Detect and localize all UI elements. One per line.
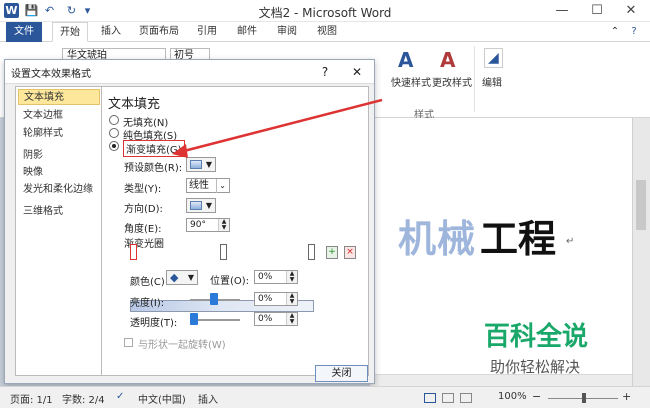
tab-view[interactable]: 视图 xyxy=(310,22,344,42)
group-separator xyxy=(474,46,475,112)
insert-mode-status[interactable]: 插入 xyxy=(198,391,218,406)
angle-label: 角度(E): xyxy=(124,224,162,235)
angle-value: 90° xyxy=(190,220,206,230)
close-window-button[interactable]: ✕ xyxy=(614,0,648,22)
dialog-close-button[interactable]: 关闭 xyxy=(315,365,368,382)
transparency-spinner[interactable]: 0% ▲ ▼ xyxy=(254,312,298,326)
type-label: 类型(Y): xyxy=(124,184,162,195)
gradient-fill-radio[interactable] xyxy=(109,141,119,151)
position-spin-arrows-icon[interactable]: ▲ ▼ xyxy=(286,271,297,283)
change-styles-icon[interactable]: A xyxy=(440,48,455,72)
angle-spin-arrows-icon[interactable]: ▲ ▼ xyxy=(218,219,229,231)
ribbon-tabs: 文件 开始 插入 页面布局 引用 邮件 审阅 视图 ⌃ ? xyxy=(0,22,650,42)
color-picker-dropdown[interactable]: ◆ ▼ xyxy=(166,270,198,285)
ribbon-collapse-icon[interactable]: ⌃ xyxy=(608,22,622,42)
type-dropdown[interactable]: 线性 ⌄ xyxy=(186,178,230,193)
zoom-in-button[interactable]: + xyxy=(622,390,631,403)
edit-label[interactable]: 编辑 xyxy=(482,74,502,89)
category-reflection[interactable]: 映像 xyxy=(18,165,100,181)
transparency-label: 透明度(T): xyxy=(130,318,178,329)
change-styles-label[interactable]: 更改样式 xyxy=(432,74,472,89)
position-value: 0% xyxy=(258,272,273,282)
brightness-value: 0% xyxy=(258,294,273,304)
gradient-stop-1[interactable] xyxy=(130,244,137,260)
brightness-spinner[interactable]: 0% ▲ ▼ xyxy=(254,292,298,306)
category-list: 文本填充 文本边框 轮廓样式 阴影 映像 发光和柔化边缘 三维格式 xyxy=(15,86,103,376)
format-text-effects-dialog: 设置文本效果格式 ? ✕ 文本填充 文本边框 轮廓样式 阴影 映像 发光和柔化边… xyxy=(4,59,375,384)
transparency-spin-arrows-icon[interactable]: ▲ ▼ xyxy=(286,313,297,325)
horizontal-scrollbar[interactable] xyxy=(370,374,632,386)
web-layout-icon[interactable] xyxy=(460,393,472,403)
paint-bucket-icon: ◆ xyxy=(170,271,179,284)
paragraph-mark: ↵ xyxy=(566,236,575,247)
transparency-value: 0% xyxy=(258,314,273,324)
position-spinner[interactable]: 0% ▲ ▼ xyxy=(254,270,298,284)
dialog-close-x-button[interactable]: ✕ xyxy=(347,63,367,81)
panel-heading: 文本填充 xyxy=(108,97,161,112)
angle-spinner[interactable]: 90° ▲ ▼ xyxy=(186,218,230,232)
scroll-thumb[interactable] xyxy=(636,180,646,230)
category-3d-format[interactable]: 三维格式 xyxy=(18,204,100,220)
preset-colors-dropdown[interactable]: ▼ xyxy=(186,157,216,172)
add-stop-button[interactable]: + xyxy=(326,246,338,259)
transparency-slider-thumb[interactable] xyxy=(190,313,198,325)
title-bar: W 💾 ↶ ↻ ▾ 文档2 - Microsoft Word — ☐ ✕ xyxy=(0,0,650,22)
print-layout-icon[interactable] xyxy=(424,393,436,403)
reading-layout-icon[interactable] xyxy=(442,393,454,403)
solid-text: 工程 xyxy=(480,217,557,261)
tab-references[interactable]: 引用 xyxy=(190,22,224,42)
minimize-button[interactable]: — xyxy=(545,0,579,22)
no-fill-radio[interactable] xyxy=(109,115,119,125)
word-count[interactable]: 字数: 2/4 xyxy=(62,391,105,406)
preset-colors-label: 预设颜色(R): xyxy=(124,163,183,174)
category-text-fill[interactable]: 文本填充 xyxy=(18,89,100,105)
zoom-level[interactable]: 100% xyxy=(498,391,527,402)
tab-home[interactable]: 开始 xyxy=(52,22,88,42)
tab-insert[interactable]: 插入 xyxy=(94,22,128,42)
position-label: 位置(O): xyxy=(210,276,250,287)
direction-dropdown[interactable]: ▼ xyxy=(186,198,216,213)
category-glow[interactable]: 发光和柔化边缘 xyxy=(18,182,100,198)
brightness-slider-thumb[interactable] xyxy=(210,293,218,305)
remove-stop-button[interactable]: × xyxy=(344,246,356,259)
document-page[interactable]: 机械 工程 ↵ 百科全说 助你轻松解决 xyxy=(370,118,632,386)
zoom-out-button[interactable]: − xyxy=(532,390,541,403)
language-status[interactable]: 中文(中国) xyxy=(138,391,186,406)
rotate-with-shape-checkbox[interactable] xyxy=(124,338,133,347)
vertical-scrollbar[interactable] xyxy=(632,118,650,386)
type-value: 线性 xyxy=(189,180,209,191)
quick-styles-label[interactable]: 快速样式 xyxy=(391,74,431,89)
tab-layout[interactable]: 页面布局 xyxy=(134,22,184,42)
dialog-help-button[interactable]: ? xyxy=(315,63,335,81)
gradient-stop-2[interactable] xyxy=(220,244,227,260)
dialog-title-bar: 设置文本效果格式 ? ✕ xyxy=(5,60,374,84)
brightness-label: 亮度(I): xyxy=(130,298,165,309)
tab-review[interactable]: 审阅 xyxy=(270,22,304,42)
gradient-fill-label[interactable]: 渐变填充(G) xyxy=(123,140,185,157)
watermark-title: 百科全说 xyxy=(484,322,589,352)
gradient-text: 机械 xyxy=(398,217,477,261)
category-text-outline[interactable]: 文本边框 xyxy=(18,108,100,124)
color-label: 颜色(C) xyxy=(130,277,165,288)
status-bar: 页面: 1/1 字数: 2/4 ✓ 中文(中国) 插入 100% − + xyxy=(0,386,650,408)
direction-label: 方向(D): xyxy=(124,204,163,215)
brightness-spin-arrows-icon[interactable]: ▲ ▼ xyxy=(286,293,297,305)
gradient-stop-3[interactable] xyxy=(308,244,315,260)
quick-styles-icon[interactable]: A xyxy=(398,48,413,72)
proofing-icon[interactable]: ✓ xyxy=(116,391,124,402)
tab-file[interactable]: 文件 xyxy=(6,22,42,42)
text-fill-panel: 文本填充 无填充(N) 纯色填充(S) 渐变填充(G) 预设颜色(R): ▼ 类… xyxy=(101,86,369,376)
page-count[interactable]: 页面: 1/1 xyxy=(10,391,53,406)
rotate-with-shape-label[interactable]: 与形状一起旋转(W) xyxy=(138,336,226,351)
category-outline-style[interactable]: 轮廓样式 xyxy=(18,126,100,142)
maximize-button[interactable]: ☐ xyxy=(580,0,614,22)
tab-mailings[interactable]: 邮件 xyxy=(230,22,264,42)
find-icon[interactable]: ◢ xyxy=(484,48,503,68)
dialog-title: 设置文本效果格式 xyxy=(11,69,91,80)
solid-fill-radio[interactable] xyxy=(109,128,119,138)
category-shadow[interactable]: 阴影 xyxy=(18,148,100,164)
zoom-slider-thumb[interactable] xyxy=(582,393,586,403)
help-icon[interactable]: ? xyxy=(626,22,642,42)
